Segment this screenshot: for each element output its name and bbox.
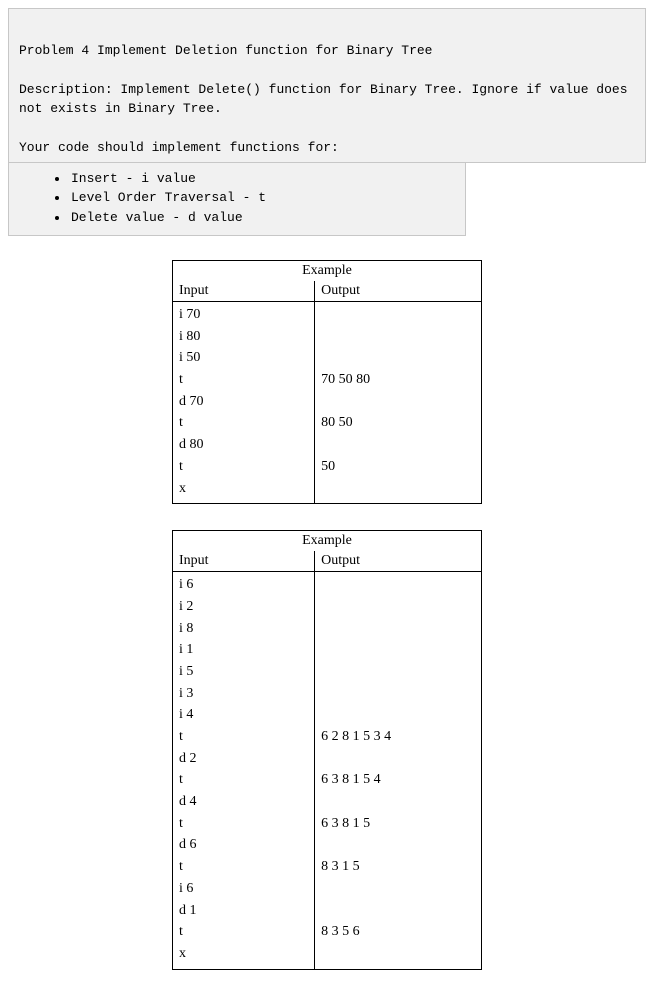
page: Problem 4 Implement Deletion function fo… <box>0 8 654 990</box>
input-line: i 6 <box>179 574 308 596</box>
output-line <box>321 683 475 705</box>
col-header-output: Output <box>315 281 482 302</box>
input-line: t <box>179 769 308 791</box>
input-line: d 70 <box>179 391 308 413</box>
example-tables: Example Input Output i 70 i 80 i 50 t d … <box>0 236 654 970</box>
output-line <box>321 791 475 813</box>
input-line: i 5 <box>179 661 308 683</box>
input-line: t <box>179 369 308 391</box>
output-line <box>321 748 475 770</box>
output-cell: 6 2 8 1 5 3 4 6 3 8 1 5 4 6 3 8 1 5 8 3 … <box>315 572 482 969</box>
input-line: i 80 <box>179 326 308 348</box>
output-line <box>321 304 475 326</box>
output-line <box>321 878 475 900</box>
input-line: d 80 <box>179 434 308 456</box>
output-line <box>321 347 475 369</box>
bullet-list: Insert - i value Level Order Traversal -… <box>53 169 455 228</box>
example-table-1: Example Input Output i 70 i 80 i 50 t d … <box>172 260 482 504</box>
problem-title: Problem 4 Implement Deletion function fo… <box>19 43 432 58</box>
example-caption: Example <box>173 531 482 552</box>
input-line: i 2 <box>179 596 308 618</box>
output-line: 6 3 8 1 5 4 <box>321 769 475 791</box>
output-line: 70 50 80 <box>321 369 475 391</box>
input-line: d 4 <box>179 791 308 813</box>
output-line <box>321 661 475 683</box>
output-line <box>321 326 475 348</box>
output-line <box>321 596 475 618</box>
example-caption: Example <box>173 261 482 282</box>
output-line <box>321 900 475 922</box>
input-line: i 3 <box>179 683 308 705</box>
output-line <box>321 943 475 965</box>
input-line: x <box>179 478 308 500</box>
problem-description: Description: Implement Delete() function… <box>19 82 635 117</box>
input-line: d 2 <box>179 748 308 770</box>
problem-statement-box: Problem 4 Implement Deletion function fo… <box>8 8 646 163</box>
output-line: 6 2 8 1 5 3 4 <box>321 726 475 748</box>
output-line <box>321 639 475 661</box>
problem-bullets-box: Insert - i value Level Order Traversal -… <box>8 163 466 237</box>
output-line: 8 3 5 6 <box>321 921 475 943</box>
bullet-item: Level Order Traversal - t <box>69 188 455 208</box>
input-line: i 6 <box>179 878 308 900</box>
col-header-input: Input <box>173 551 315 572</box>
input-line: t <box>179 412 308 434</box>
input-line: i 70 <box>179 304 308 326</box>
problem-instructions-label: Your code should implement functions for… <box>19 140 339 155</box>
output-line <box>321 434 475 456</box>
col-header-input: Input <box>173 281 315 302</box>
output-cell: 70 50 80 80 50 50 <box>315 302 482 504</box>
output-line <box>321 834 475 856</box>
output-line: 6 3 8 1 5 <box>321 813 475 835</box>
output-line: 50 <box>321 456 475 478</box>
output-line: 80 50 <box>321 412 475 434</box>
output-line <box>321 618 475 640</box>
example-table-2: Example Input Output i 6 i 2 i 8 i 1 i 5… <box>172 530 482 969</box>
input-line: i 50 <box>179 347 308 369</box>
output-line <box>321 704 475 726</box>
bullet-item: Insert - i value <box>69 169 455 189</box>
input-line: t <box>179 921 308 943</box>
input-line: i 4 <box>179 704 308 726</box>
input-line: d 1 <box>179 900 308 922</box>
input-line: d 6 <box>179 834 308 856</box>
bullet-item: Delete value - d value <box>69 208 455 228</box>
col-header-output: Output <box>315 551 482 572</box>
output-line <box>321 574 475 596</box>
input-line: t <box>179 856 308 878</box>
input-line: t <box>179 813 308 835</box>
input-line: i 1 <box>179 639 308 661</box>
output-line <box>321 391 475 413</box>
input-line: t <box>179 726 308 748</box>
input-cell: i 70 i 80 i 50 t d 70 t d 80 t x <box>173 302 315 504</box>
output-line <box>321 478 475 500</box>
input-cell: i 6 i 2 i 8 i 1 i 5 i 3 i 4 t d 2 t d 4 … <box>173 572 315 969</box>
input-line: t <box>179 456 308 478</box>
input-line: x <box>179 943 308 965</box>
output-line: 8 3 1 5 <box>321 856 475 878</box>
input-line: i 8 <box>179 618 308 640</box>
